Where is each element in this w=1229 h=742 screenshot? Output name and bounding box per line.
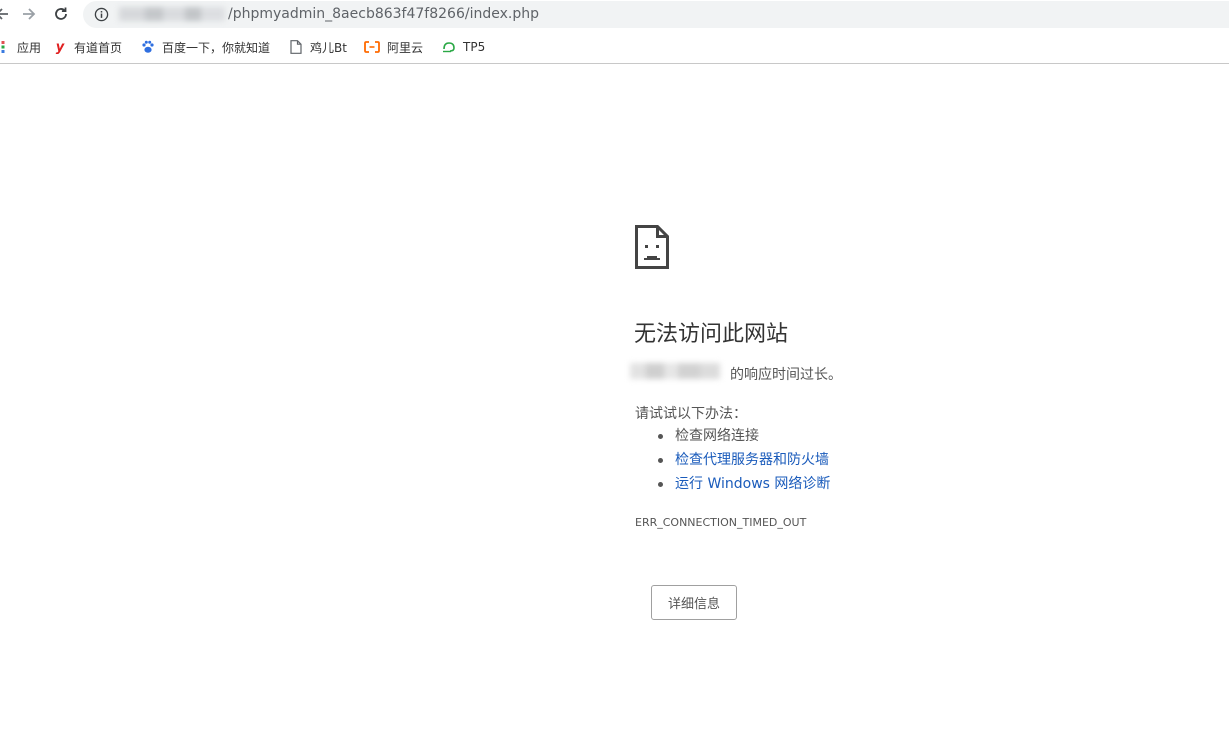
check-proxy-link[interactable]: 检查代理服务器和防火墙: [675, 452, 829, 468]
bookmark-label: 阿里云: [387, 40, 424, 55]
bookmark-label: TP5: [463, 40, 486, 54]
suggestion-text: 检查网络连接: [675, 428, 759, 444]
bookmark-label: 有道首页: [74, 40, 123, 55]
browser-toolbar: /phpmyadmin_8aecb863f47f8266/index.php: [0, 0, 1229, 29]
redacted-hostname: [630, 361, 734, 381]
bookmarks-bar: 应用 y 有道首页 百度一下，你就知道 鸡儿Bt 阿里云 TP5: [0, 29, 1229, 64]
bookmark-jierbt[interactable]: 鸡儿Bt: [289, 37, 347, 57]
apps-grid-icon: [0, 40, 10, 54]
back-arrow-icon: [0, 8, 8, 20]
error-code: ERR_CONNECTION_TIMED_OUT: [635, 516, 807, 529]
forward-button[interactable]: [17, 3, 41, 25]
address-bar[interactable]: /phpmyadmin_8aecb863f47f8266/index.php: [83, 1, 1229, 28]
details-button[interactable]: 详细信息: [651, 585, 737, 620]
suggestion-check-proxy: 检查代理服务器和防火墙: [656, 449, 830, 473]
bookmark-label: 应用: [17, 40, 42, 55]
error-description: 的响应时间过长。: [730, 367, 842, 383]
info-icon[interactable]: [94, 7, 109, 22]
reload-button[interactable]: [49, 3, 73, 25]
url-text[interactable]: /phpmyadmin_8aecb863f47f8266/index.php: [228, 6, 539, 22]
bookmark-tp5[interactable]: TP5: [442, 37, 485, 57]
bookmark-aliyun[interactable]: 阿里云: [364, 37, 423, 57]
suggestion-run-diagnostics: 运行 Windows 网络诊断: [656, 473, 830, 497]
suggestion-check-network: 检查网络连接: [656, 425, 830, 449]
error-title: 无法访问此网站: [634, 322, 789, 347]
bookmark-label: 鸡儿Bt: [310, 40, 347, 55]
sad-page-icon: [635, 225, 669, 269]
suggestions-list: 检查网络连接 检查代理服务器和防火墙 运行 Windows 网络诊断: [656, 425, 830, 497]
tp5-icon: [442, 40, 456, 54]
back-button[interactable]: [0, 3, 14, 25]
bookmark-baidu[interactable]: 百度一下，你就知道: [141, 37, 270, 57]
bookmark-youdao[interactable]: y 有道首页: [53, 37, 122, 57]
youdao-y-icon: y: [55, 39, 65, 55]
aliyun-icon: [364, 40, 380, 54]
reload-icon: [55, 7, 67, 20]
baidu-paw-icon: [141, 40, 155, 54]
redacted-host: [119, 5, 231, 23]
bookmark-apps[interactable]: 应用: [0, 37, 41, 57]
bookmark-label: 百度一下，你就知道: [162, 40, 271, 55]
page-icon: [289, 40, 303, 54]
forward-arrow-icon: [23, 8, 36, 20]
network-diagnostics-link[interactable]: 运行 Windows 网络诊断: [675, 476, 830, 492]
suggestions-heading: 请试试以下办法：: [635, 406, 747, 422]
